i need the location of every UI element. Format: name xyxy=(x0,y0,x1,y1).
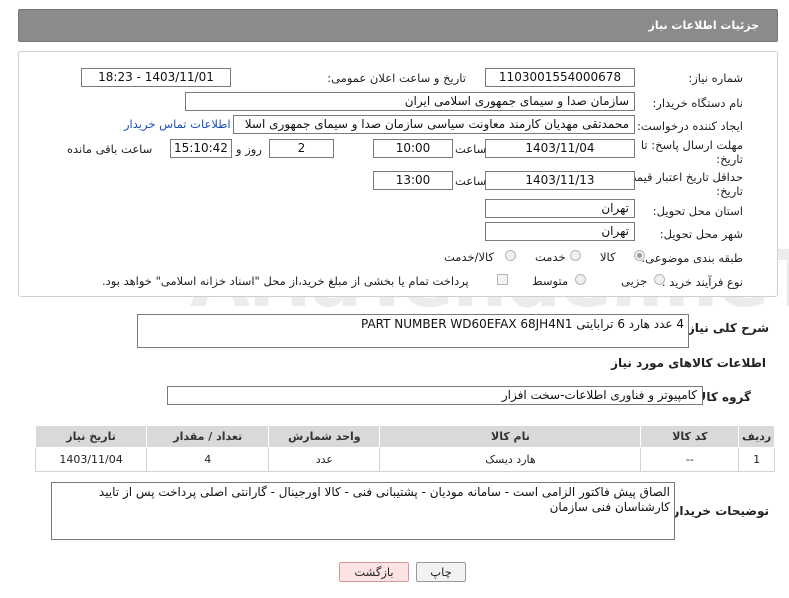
process-label: نوع فرآیند خرید : xyxy=(661,275,743,289)
col-header-name: نام کالا xyxy=(379,425,642,448)
category-radio-goods[interactable] xyxy=(634,250,645,261)
process-radio-medium[interactable] xyxy=(575,274,586,285)
table-row[interactable]: 1 -- هارد دیسک عدد 4 1403/11/04 xyxy=(34,447,775,472)
deadline-time-field[interactable]: 10:00 xyxy=(373,139,453,158)
goods-group-field[interactable]: کامپیوتر و فناوری اطلاعات-سخت افزار xyxy=(167,386,703,405)
general-desc-label: شرح کلی نیاز: xyxy=(683,321,769,335)
buyer-org-field[interactable]: سازمان صدا و سیمای جمهوری اسلامی ایران xyxy=(185,92,635,111)
page-title: جزئیات اطلاعات نیاز xyxy=(648,19,760,32)
table-header-row: ردیف کد کالا نام کالا واحد شمارش تعداد /… xyxy=(34,425,775,448)
col-header-row-number: ردیف xyxy=(738,425,775,448)
category-radio-both[interactable] xyxy=(505,250,516,261)
items-table: ردیف کد کالا نام کالا واحد شمارش تعداد /… xyxy=(34,425,775,472)
province-field[interactable]: تهران xyxy=(485,199,635,218)
cell-qty: 4 xyxy=(146,447,270,472)
city-label: شهر محل تحویل: xyxy=(659,227,743,241)
days-label: روز و xyxy=(236,142,262,156)
buyer-org-label: نام دستگاه خریدار: xyxy=(652,96,743,110)
col-header-unit: واحد شمارش xyxy=(268,425,381,448)
treasury-payment-note: پرداخت تمام یا بخشی از مبلغ خرید،از محل … xyxy=(102,274,469,288)
requester-label: ایجاد کننده درخواست: xyxy=(637,119,743,133)
requester-field[interactable]: محمدتقی مهدیان کارمند معاونت سیاسی سازما… xyxy=(233,115,635,134)
cell-date: 1403/11/04 xyxy=(34,447,148,472)
treasury-payment-checkbox[interactable] xyxy=(497,274,508,285)
process-option-minor: جزیی xyxy=(621,274,648,288)
cell-code: -- xyxy=(640,447,740,472)
buyer-notes-textarea[interactable]: الصاق پیش فاکتور الزامی است - سامانه مود… xyxy=(51,482,675,540)
time-remaining-field[interactable]: 15:10:42 xyxy=(170,139,232,158)
buyer-contact-link[interactable]: اطلاعات تماس خریدار xyxy=(124,117,231,131)
time-remaining-label: ساعت باقی مانده xyxy=(67,142,153,156)
category-option-service: خدمت xyxy=(535,250,566,264)
need-number-label: شماره نیاز: xyxy=(688,71,743,85)
validity-date-field[interactable]: 1403/11/13 xyxy=(485,171,635,190)
city-field[interactable]: تهران xyxy=(485,222,635,241)
cell-unit: عدد xyxy=(268,447,381,472)
days-remaining-field[interactable]: 2 xyxy=(269,139,334,158)
deadline-date-field[interactable]: 1403/11/04 xyxy=(485,139,635,158)
need-number-field[interactable]: 1103001554000678 xyxy=(485,68,635,87)
validity-time-label: ساعت xyxy=(455,174,487,188)
col-header-date: تاریخ نیاز xyxy=(34,425,148,448)
cell-name: هارد دیسک xyxy=(379,447,642,472)
process-radio-minor[interactable] xyxy=(654,274,665,285)
category-option-goods: کالا xyxy=(600,250,616,264)
col-header-code: کد کالا xyxy=(640,425,740,448)
deadline-label-date: تاریخ: xyxy=(716,152,743,166)
goods-info-title: اطلاعات کالاهای مورد نیاز xyxy=(611,356,766,370)
deadline-label: مهلت ارسال پاسخ: تا xyxy=(640,138,743,152)
province-label: استان محل تحویل: xyxy=(652,204,743,218)
buyer-notes-label: توضیحات خریدار: xyxy=(667,504,769,518)
cell-row-number: 1 xyxy=(738,447,775,472)
category-label: طبقه بندی موضوعی: xyxy=(641,251,743,265)
process-option-medium: متوسط xyxy=(532,274,569,288)
print-button[interactable]: چاپ xyxy=(416,562,466,582)
col-header-qty: تعداد / مقدار xyxy=(146,425,270,448)
category-option-both: کالا/خدمت xyxy=(444,250,495,264)
validity-label-date: تاریخ: xyxy=(716,184,743,198)
general-desc-textarea[interactable]: 4 عدد هارد 6 ترابایتی PART NUMBER WD60EF… xyxy=(137,314,689,348)
page-header: جزئیات اطلاعات نیاز xyxy=(18,9,778,42)
announce-field[interactable]: 1403/11/01 - 18:23 xyxy=(81,68,231,87)
announce-label: تاریخ و ساعت اعلان عمومی: xyxy=(327,71,466,85)
category-radio-service[interactable] xyxy=(570,250,581,261)
back-button[interactable]: بازگشت xyxy=(339,562,409,582)
validity-time-field[interactable]: 13:00 xyxy=(373,171,453,190)
deadline-time-label: ساعت xyxy=(455,142,487,156)
